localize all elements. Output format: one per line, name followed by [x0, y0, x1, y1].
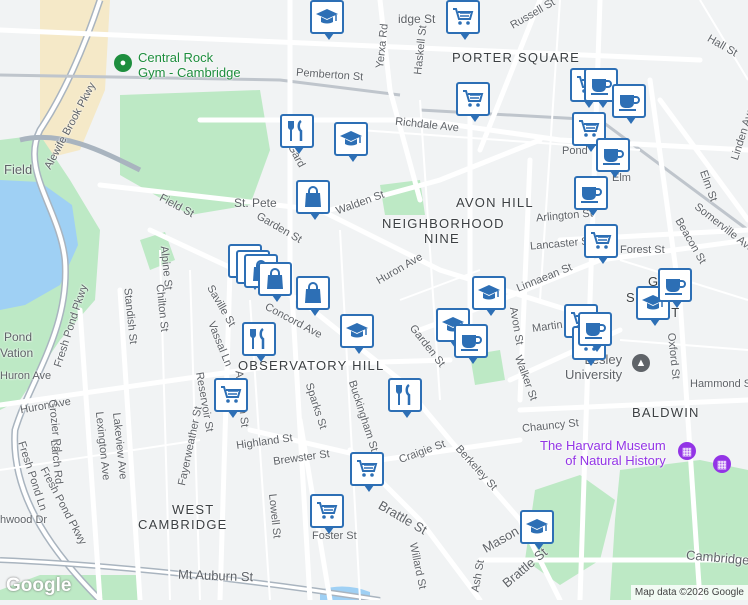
map-marker-cart[interactable]	[456, 82, 490, 122]
map-marker-cafe[interactable]	[454, 324, 488, 364]
graduation-cap-icon	[525, 515, 549, 539]
map-marker-cart[interactable]	[446, 0, 480, 40]
map-marker-cart[interactable]	[584, 224, 618, 264]
poi-central-rock-gym[interactable]: Central Rock Gym - Cambridge	[138, 50, 241, 80]
map-marker-cafe[interactable]	[596, 138, 630, 178]
area-label: NINE	[424, 231, 460, 246]
poi-line: The Harvard Museum	[540, 438, 666, 453]
coffee-cup-icon	[601, 143, 625, 167]
street-label: Foster St	[312, 530, 357, 542]
area-label: AVON HILL	[456, 195, 534, 210]
map-marker-shop[interactable]	[296, 180, 330, 220]
university-icon[interactable]: ▲	[632, 354, 650, 372]
map-marker-cafe[interactable]	[612, 84, 646, 124]
map-marker-restaurant[interactable]	[388, 378, 422, 418]
graduation-cap-icon	[477, 281, 501, 305]
street-label: Field	[4, 162, 33, 177]
area-label: WEST	[172, 502, 215, 517]
street-label: Forest St	[620, 244, 665, 256]
coffee-cup-icon	[579, 181, 603, 205]
area-label: CAMBRIDGE	[138, 517, 228, 532]
poi-line: Gym - Cambridge	[138, 65, 241, 80]
graduation-cap-icon	[339, 127, 363, 151]
map-attribution[interactable]: Map data ©2026 Google	[630, 585, 748, 600]
coffee-cup-icon	[663, 273, 687, 297]
graduation-cap-icon	[345, 319, 369, 343]
street-label: Pond	[4, 330, 33, 344]
gym-icon[interactable]: ●	[114, 54, 132, 72]
shopping-bag-icon	[301, 281, 325, 305]
street-label: idge St	[398, 12, 436, 26]
map-marker-shop[interactable]	[296, 276, 330, 316]
grocery-cart-icon	[461, 87, 485, 111]
coffee-cup-icon	[459, 329, 483, 353]
map-marker-restaurant[interactable]	[242, 322, 276, 362]
map-marker-cafe[interactable]	[578, 312, 612, 352]
street-label: Pond	[562, 145, 588, 157]
grocery-cart-icon	[315, 499, 339, 523]
shopping-bag-icon	[301, 185, 325, 209]
street-label: Hammond St	[690, 378, 748, 390]
poi-line: of Natural History	[565, 453, 666, 468]
map-marker-cart[interactable]	[310, 494, 344, 534]
poi-line: Central Rock	[138, 50, 214, 65]
map-marker-cafe[interactable]	[574, 176, 608, 216]
grocery-cart-icon	[355, 457, 379, 481]
street-label: St. Pete	[234, 196, 277, 210]
street-label: Mt Auburn St	[177, 566, 254, 585]
museum-icon[interactable]: ▦	[713, 455, 731, 473]
google-logo: Google	[6, 575, 72, 596]
map-marker-school[interactable]	[340, 314, 374, 354]
coffee-cup-icon	[583, 317, 607, 341]
fork-knife-icon	[393, 383, 417, 407]
grocery-cart-icon	[219, 383, 243, 407]
fork-knife-icon	[247, 327, 271, 351]
map-marker-cart[interactable]	[214, 378, 248, 418]
area-label: NEIGHBORHOOD	[382, 216, 505, 231]
poi-line: University	[565, 367, 623, 382]
grocery-cart-icon	[589, 229, 613, 253]
street-label: Vation	[0, 346, 34, 360]
map-marker-shop[interactable]	[258, 262, 292, 302]
map-marker-cafe[interactable]	[658, 268, 692, 308]
coffee-cup-icon	[589, 73, 613, 97]
shopping-bag-icon	[263, 267, 287, 291]
poi-harvard-museum[interactable]: The Harvard Museum of Natural History	[540, 438, 666, 468]
street-label: hwood Dr	[0, 514, 48, 526]
map-marker-school[interactable]	[472, 276, 506, 316]
museum-icon[interactable]: ▦	[678, 442, 696, 460]
map-marker-cart[interactable]	[350, 452, 384, 492]
area-label: BALDWIN	[632, 405, 700, 420]
map-marker-school[interactable]	[310, 0, 344, 40]
street-label: Huron Ave	[0, 370, 52, 382]
area-label: PORTER SQUARE	[452, 50, 581, 65]
grocery-cart-icon	[451, 5, 475, 29]
graduation-cap-icon	[315, 5, 339, 29]
map-marker-school[interactable]	[520, 510, 554, 550]
coffee-cup-icon	[617, 89, 641, 113]
fork-knife-icon	[285, 119, 309, 143]
map-marker-school[interactable]	[334, 122, 368, 162]
map-canvas[interactable]: PORTER SQUARE AVON HILL NEIGHBORHOOD NIN…	[0, 0, 748, 603]
map-marker-restaurant[interactable]	[280, 114, 314, 154]
